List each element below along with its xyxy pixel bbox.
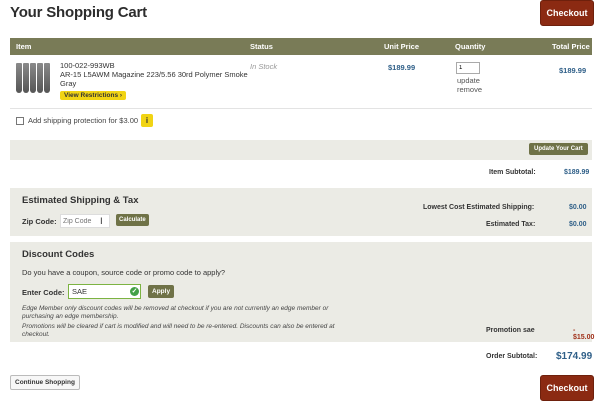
remove-link[interactable]: remove [457,85,482,94]
magazine-icon[interactable] [16,63,54,95]
estimated-tax-value: $0.00 [569,221,587,228]
update-link[interactable]: update [457,76,480,85]
calculate-button[interactable]: Calculate [116,214,149,226]
edge-member-note: Edge Member only discount codes will be … [22,305,329,320]
code-label: Enter Code: [22,288,65,297]
view-restrictions-button[interactable]: View Restrictions › [60,91,127,100]
quantity-input[interactable] [456,62,480,74]
item-subtotal-value: $189.99 [564,169,590,176]
checkout-button-top[interactable]: Checkout [540,0,594,26]
product-name[interactable]: AR-15 L5AWM Magazine 223/5.56 30rd Polym… [60,70,260,88]
estimated-tax-label: Estimated Tax: [486,221,536,228]
header-status: Status [250,42,273,51]
info-icon[interactable]: i [141,114,153,127]
shipping-protection-checkbox[interactable] [16,116,24,125]
update-cart-bar: Update Your Cart [10,140,592,160]
table-row: 100-022-993WB AR-15 L5AWM Magazine 223/5… [10,55,592,109]
check-icon: ✓ [130,287,139,296]
total-price: $189.99 [559,66,587,75]
estimated-shipping-label: Lowest Cost Estimated Shipping: [423,204,535,211]
shipping-protection-label: Add shipping protection for $3.00 [28,116,139,125]
item-subtotal-label: Item Subtotal: [489,169,536,176]
text-cursor-icon: Ⅰ [100,216,103,226]
page-title: Your Shopping Cart [10,4,147,21]
update-cart-button[interactable]: Update Your Cart [529,143,588,155]
header-total-price: Total Price [552,42,590,51]
promotions-note: Promotions will be cleared if cart is mo… [22,323,335,338]
product-sku: 100-022-993WB [60,61,115,70]
shipping-title: Estimated Shipping & Tax [22,195,139,206]
header-item: Item [16,42,32,51]
discount-panel: Discount Codes Do you have a coupon, sou… [10,242,595,342]
checkout-button-bottom[interactable]: Checkout [540,375,594,401]
order-subtotal-label: Order Subtotal: [486,353,538,360]
header-quantity: Quantity [455,42,486,51]
cart-table-header: Item Status Unit Price Quantity Total Pr… [10,38,592,55]
promotion-label: Promotion sae [486,327,535,334]
unit-price: $189.99 [388,63,416,72]
shipping-panel: Estimated Shipping & Tax Zip Code: Ⅰ Cal… [10,188,592,236]
apply-button[interactable]: Apply [148,285,175,298]
discount-title: Discount Codes [22,249,95,260]
discount-question: Do you have a coupon, source code or pro… [22,268,226,277]
continue-shopping-button[interactable]: Continue Shopping [10,375,80,390]
order-subtotal-value: $174.99 [556,351,593,362]
estimated-shipping-value: $0.00 [569,204,587,211]
shipping-protection: Add shipping protection for $3.00 [16,116,138,125]
header-unit-price: Unit Price [384,42,420,51]
stock-status: In Stock [250,62,278,71]
promotion-value: - $15.00 [573,327,595,341]
zip-label: Zip Code: [22,217,57,226]
